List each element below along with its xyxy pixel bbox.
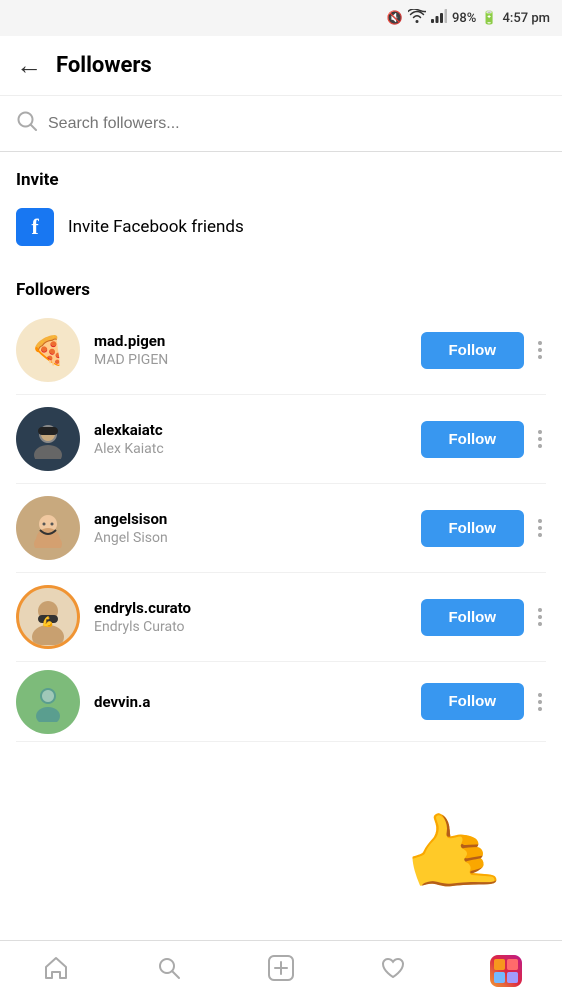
header: ← Followers [0, 36, 562, 96]
page-title: Followers [56, 53, 152, 78]
search-container [0, 96, 562, 152]
profile-icon [490, 955, 522, 987]
username: devvin.a [94, 693, 421, 711]
follow-button[interactable]: Follow [421, 599, 525, 636]
follow-button[interactable]: Follow [421, 683, 525, 720]
search-input[interactable] [48, 115, 546, 133]
followers-section: Followers 🍕 mad.pigen MAD PIGEN Follow [0, 266, 562, 748]
nav-home[interactable] [26, 946, 86, 996]
user-info: angelsison Angel Sison [94, 510, 421, 546]
mute-icon: 🔇 [387, 11, 403, 26]
add-icon [268, 955, 294, 987]
username: mad.pigen [94, 332, 421, 350]
username: alexkaiatc [94, 421, 421, 439]
list-item: devvin.a Follow [16, 662, 546, 742]
time-display: 4:57 pm [503, 11, 550, 26]
more-options-button[interactable] [534, 337, 546, 363]
user-info: alexkaiatc Alex Kaiatc [94, 421, 421, 457]
wifi-icon [408, 9, 426, 27]
svg-text:💪: 💪 [42, 615, 54, 628]
status-icons: 🔇 98% 🔋 4:57 pm [387, 9, 550, 27]
avatar [16, 670, 80, 734]
more-options-button[interactable] [534, 604, 546, 630]
avatar [16, 496, 80, 560]
search-nav-icon [156, 955, 182, 987]
username: endryls.curato [94, 599, 421, 617]
list-item: angelsison Angel Sison Follow [16, 484, 546, 573]
user-info: mad.pigen MAD PIGEN [94, 332, 421, 368]
list-item: alexkaiatc Alex Kaiatc Follow [16, 395, 546, 484]
invite-facebook-label: Invite Facebook friends [68, 217, 244, 237]
facebook-icon: f [16, 208, 54, 246]
more-options-button[interactable] [534, 426, 546, 452]
nav-search[interactable] [139, 946, 199, 996]
username: angelsison [94, 510, 421, 528]
display-name: Endryls Curato [94, 619, 421, 635]
battery-text: 98% [452, 11, 476, 26]
invite-facebook-button[interactable]: f Invite Facebook friends [16, 204, 546, 256]
battery-icon: 🔋 [481, 11, 497, 26]
display-name: MAD PIGEN [94, 352, 421, 368]
follow-button[interactable]: Follow [421, 332, 525, 369]
display-name: Angel Sison [94, 530, 421, 546]
invite-section: Invite f Invite Facebook friends [0, 152, 562, 266]
nav-profile[interactable] [476, 946, 536, 996]
display-name: Alex Kaiatc [94, 441, 421, 457]
more-options-button[interactable] [534, 689, 546, 715]
user-info: endryls.curato Endryls Curato [94, 599, 421, 635]
avatar [16, 407, 80, 471]
invite-title: Invite [16, 170, 546, 190]
signal-icon [431, 9, 447, 27]
list-item: 🍕 mad.pigen MAD PIGEN Follow [16, 306, 546, 395]
follow-button[interactable]: Follow [421, 510, 525, 547]
avatar: 💪 [16, 585, 80, 649]
nav-add[interactable] [251, 946, 311, 996]
list-item: 💪 endryls.curato Endryls Curato Follow [16, 573, 546, 662]
avatar: 🍕 [16, 318, 80, 382]
back-button[interactable]: ← [16, 53, 42, 79]
follow-button[interactable]: Follow [421, 421, 525, 458]
nav-heart[interactable] [363, 946, 423, 996]
heart-icon [380, 955, 406, 987]
user-info: devvin.a [94, 693, 421, 711]
bottom-nav [0, 940, 562, 1000]
home-icon [43, 955, 69, 987]
search-icon [16, 110, 38, 137]
followers-section-title: Followers [16, 280, 546, 300]
status-bar: 🔇 98% 🔋 4:57 pm [0, 0, 562, 36]
more-options-button[interactable] [534, 515, 546, 541]
